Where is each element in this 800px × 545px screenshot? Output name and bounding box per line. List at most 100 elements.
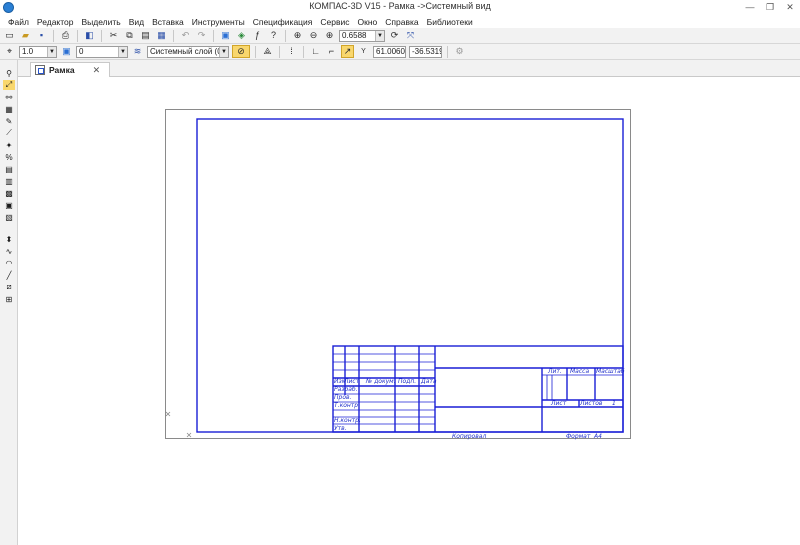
title-block-outline: [332, 345, 624, 433]
toolbar-separator: [255, 45, 256, 58]
refresh-icon[interactable]: ⟳: [388, 29, 401, 42]
preview-icon[interactable]: ◧: [83, 29, 96, 42]
stamp-scale: Масштаб: [596, 368, 625, 375]
local-cs-icon[interactable]: ∟: [309, 45, 322, 58]
edit-icon[interactable]: ▦: [3, 104, 15, 114]
stamp-col-doc-no: № докум.: [365, 378, 396, 385]
menu-insert[interactable]: Вставка: [152, 17, 184, 27]
table-icon[interactable]: ⊞: [3, 294, 15, 304]
properties-icon[interactable]: ▦: [155, 29, 168, 42]
insert-icon[interactable]: ▥: [3, 176, 15, 186]
stamp-sheet: Лист: [550, 400, 567, 407]
tab-frame[interactable]: Рамка ✕: [30, 62, 110, 77]
coord-y-field[interactable]: -36.5319: [409, 45, 442, 58]
stamp-copied: Копировал: [452, 433, 486, 440]
copy-icon[interactable]: ⧉: [123, 29, 136, 42]
menu-specification[interactable]: Спецификация: [253, 17, 313, 27]
grid-icon[interactable]: ⁞: [285, 45, 298, 58]
menu-file[interactable]: Файл: [8, 17, 29, 27]
print-icon[interactable]: ⎙: [59, 29, 72, 42]
zoom-out-icon[interactable]: ⊖: [307, 29, 320, 42]
tab-close-icon[interactable]: ✕: [93, 65, 101, 76]
stamp-col-sign: Подп.: [398, 378, 416, 385]
stamp-row-developed: Разраб.: [334, 386, 358, 393]
library-fragments-icon[interactable]: ▧: [3, 212, 15, 222]
curve-icon[interactable]: ∿: [3, 246, 15, 256]
designations-icon[interactable]: ⚯: [3, 92, 15, 102]
new-document-icon[interactable]: ▭: [3, 29, 16, 42]
cut-icon[interactable]: ✂: [107, 29, 120, 42]
layers-icon[interactable]: ≋: [131, 45, 144, 58]
stamp-mass: Масса: [570, 368, 589, 375]
stamp-row-ncontrol: Н.контр.: [334, 417, 361, 424]
views-icon[interactable]: ▣: [3, 200, 15, 210]
save-icon[interactable]: ▪: [35, 29, 48, 42]
select-icon[interactable]: ✦: [3, 140, 15, 150]
toolbar-separator: [447, 45, 448, 58]
manager-icon[interactable]: ▣: [219, 29, 232, 42]
stamp-col-sheet: Лист: [343, 378, 360, 385]
maximize-button[interactable]: ❐: [765, 2, 775, 12]
zoom-in-icon[interactable]: ⊕: [323, 29, 336, 42]
toolbar-separator: [173, 29, 174, 42]
paste-icon[interactable]: ▤: [139, 29, 152, 42]
open-folder-icon[interactable]: ▰: [19, 29, 32, 42]
geometry-icon[interactable]: ⚲: [3, 68, 15, 78]
help-pointer-icon[interactable]: ?: [267, 29, 280, 42]
round-icon[interactable]: ↗: [341, 45, 354, 58]
toolbar-separator: [213, 29, 214, 42]
fragments-icon[interactable]: ▩: [3, 188, 15, 198]
spec-icon[interactable]: %: [3, 152, 15, 162]
coord-x-field[interactable]: 61.0060: [373, 45, 406, 58]
chevron-down-icon[interactable]: ▼: [219, 46, 228, 57]
menu-edit[interactable]: Редактор: [37, 17, 74, 27]
layer-number: 0: [79, 47, 84, 56]
stamp-format-value: А4: [593, 433, 602, 440]
pan-icon[interactable]: ⤧: [404, 29, 417, 42]
close-button[interactable]: ✕: [785, 2, 795, 12]
menu-tools[interactable]: Инструменты: [192, 17, 245, 27]
zoom-combo[interactable]: 0.6588 ▼: [339, 29, 385, 42]
chevron-down-icon[interactable]: ▼: [47, 46, 56, 57]
snap-icon[interactable]: ⊘: [232, 45, 250, 58]
stamp-row-checked: Пров.: [334, 394, 352, 401]
measure-icon[interactable]: ⟋: [3, 128, 15, 138]
sheet-metal-icon[interactable]: ⬍: [3, 234, 15, 244]
line-icon[interactable]: ╱: [3, 270, 15, 280]
reports-icon[interactable]: ▤: [3, 164, 15, 174]
library-icon[interactable]: ◈: [235, 29, 248, 42]
standard-toolbar: ▭ ▰ ▪ ⎙ ◧ ✂ ⧉ ▤ ▦ ↶ ↷ ▣ ◈ ƒ ? ⊕ ⊖ ⊕ 0.65…: [0, 28, 800, 44]
undo-icon[interactable]: ↶: [179, 29, 192, 42]
view-number-combo[interactable]: 0 ▼: [76, 45, 128, 58]
ortho-icon[interactable]: ⌐: [325, 45, 338, 58]
menu-view[interactable]: Вид: [129, 17, 144, 27]
toolbar-separator: [53, 29, 54, 42]
menu-help[interactable]: Справка: [385, 17, 418, 27]
cursor-step-icon[interactable]: ⌖: [3, 45, 16, 58]
hatch-icon[interactable]: ⧄: [3, 282, 15, 292]
stamp-sheets: Листов: [579, 400, 603, 407]
dimensions-icon[interactable]: ⤢: [3, 80, 15, 90]
toolbar-separator: [285, 29, 286, 42]
stamp-format: Формат: [566, 433, 591, 440]
zoom-window-icon[interactable]: ⊕: [291, 29, 304, 42]
chevron-down-icon[interactable]: ▼: [118, 46, 127, 57]
redo-icon[interactable]: ↷: [195, 29, 208, 42]
parametrization-icon[interactable]: ✎: [3, 116, 15, 126]
minimize-button[interactable]: —: [745, 2, 755, 12]
layer-combo[interactable]: Системный слой (0) ▼: [147, 45, 229, 58]
arc-icon[interactable]: ◠: [3, 258, 15, 268]
parameters-icon[interactable]: ⚙: [453, 45, 466, 58]
view-icon[interactable]: ▣: [60, 45, 73, 58]
chevron-down-icon[interactable]: ▼: [375, 30, 384, 41]
variables-icon[interactable]: ƒ: [251, 29, 264, 42]
menu-select[interactable]: Выделить: [82, 17, 121, 27]
menu-service[interactable]: Сервис: [320, 17, 349, 27]
toolbar-separator: [279, 45, 280, 58]
current-state-toolbar: ⌖ 1.0 ▼ ▣ 0 ▼ ≋ Системный слой (0) ▼ ⊘ ⟁…: [0, 44, 800, 60]
step-combo[interactable]: 1.0 ▼: [19, 45, 57, 58]
menu-window[interactable]: Окно: [358, 17, 378, 27]
menu-bar: Файл Редактор Выделить Вид Вставка Инстр…: [0, 15, 800, 28]
menu-libraries[interactable]: Библиотеки: [427, 17, 473, 27]
local-snap-icon[interactable]: ⟁: [261, 45, 274, 58]
